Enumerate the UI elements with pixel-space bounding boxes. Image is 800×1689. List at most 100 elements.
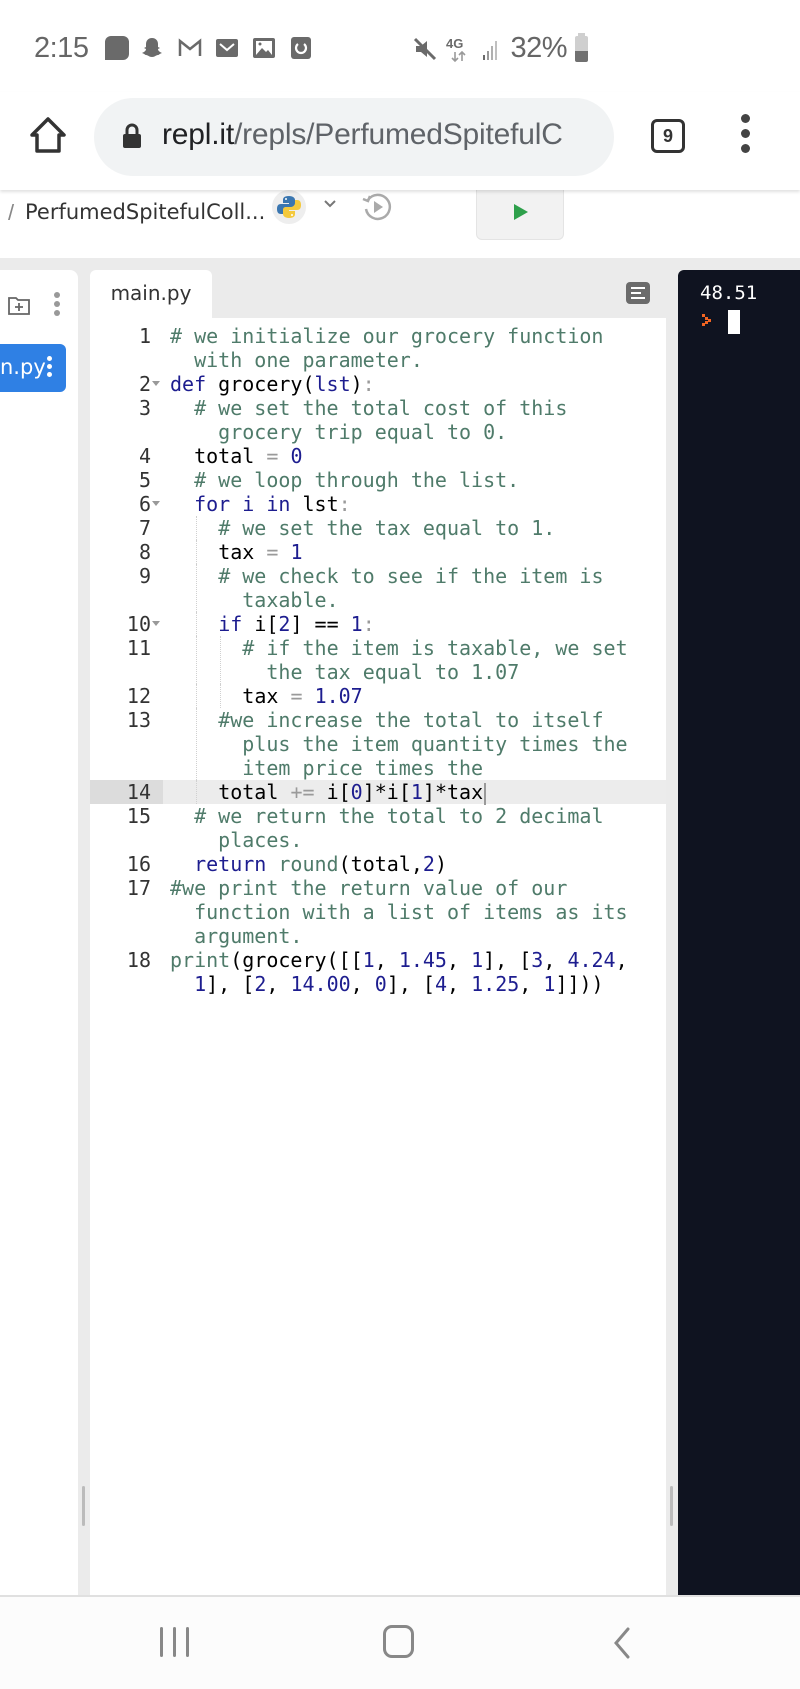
- code-token: grocery trip equal to 0.: [194, 420, 508, 444]
- code-token: i[: [242, 612, 279, 636]
- code-line[interactable]: 17 #we print the return value of our func…: [90, 876, 666, 948]
- code-line[interactable]: 12 tax = 1.07: [90, 684, 666, 708]
- line-number: 1: [138, 324, 151, 348]
- code-token: (grocery([[: [230, 948, 363, 972]
- home-button[interactable]: [383, 1625, 414, 1658]
- line-number: 17: [126, 876, 151, 900]
- language-button[interactable]: [272, 190, 306, 224]
- code-text: # we check to see if the item is: [218, 564, 603, 588]
- url-path: /repls/PerfumedSpitefulC: [233, 118, 563, 151]
- new-folder-icon[interactable]: [8, 295, 30, 315]
- message-icon: [105, 36, 129, 60]
- code-text: the tax equal to 1.07: [242, 660, 519, 684]
- repl-name[interactable]: PerfumedSpitefulColl...: [25, 200, 265, 224]
- code-token: 1.25: [471, 972, 520, 996]
- code-line[interactable]: 9 # we check to see if the item is taxabl…: [90, 564, 666, 612]
- lock-icon: [123, 123, 141, 148]
- code-line[interactable]: 15 # we return the total to 2 decimal pla…: [90, 804, 666, 852]
- line-number: 13: [126, 708, 151, 732]
- code-token: tax: [218, 540, 267, 564]
- code-text: if i[2] == 1:: [218, 612, 375, 636]
- code-token: :: [362, 612, 375, 636]
- fold-toggle-icon[interactable]: [152, 621, 160, 626]
- code-token: 1: [362, 948, 375, 972]
- tab-switcher-button[interactable]: 9: [651, 119, 685, 153]
- fold-toggle-icon[interactable]: [152, 381, 160, 386]
- dot: [740, 144, 750, 153]
- home-icon[interactable]: [27, 114, 69, 156]
- file-panel-menu-button[interactable]: [53, 292, 61, 320]
- url-text[interactable]: repl.it/repls/PerfumedSpitefulC: [162, 118, 563, 152]
- code-token: 4.24: [567, 948, 616, 972]
- android-nav-bar: [0, 1595, 800, 1689]
- code-token: 2: [254, 972, 267, 996]
- 4g-lte-icon: 4G: [446, 36, 467, 62]
- line-number: 7: [138, 516, 151, 540]
- code-token: 1: [290, 540, 303, 564]
- code-line[interactable]: 10 if i[2] == 1:: [90, 612, 666, 636]
- code-line[interactable]: 14 total += i[0]*i[1]*tax: [90, 780, 666, 805]
- code-token: #we increase the total to itself: [218, 708, 604, 732]
- recents-button[interactable]: [160, 1627, 190, 1657]
- code-token: 1: [471, 948, 484, 972]
- code-text: print(grocery([[1, 1.45, 1], [3, 4.24,: [170, 948, 628, 972]
- code-token: taxable.: [218, 588, 339, 612]
- run-button[interactable]: [476, 186, 564, 240]
- code-line[interactable]: 2 def grocery(lst):: [90, 372, 666, 396]
- code-line[interactable]: 4 total = 0: [90, 444, 666, 468]
- code-text: # if the item is taxable, we set: [242, 636, 627, 660]
- code-token: 1: [350, 612, 363, 636]
- code-token: def: [170, 372, 207, 396]
- code-token: 0: [350, 780, 363, 804]
- code-text: #we print the return value of our: [170, 876, 567, 900]
- code-token: grocery(: [206, 372, 315, 396]
- svg-text:4G: 4G: [446, 36, 463, 51]
- code-line[interactable]: 18 print(grocery([[1, 1.45, 1], [3, 4.24,…: [90, 948, 666, 996]
- file-item-main-py[interactable]: n.py: [0, 344, 66, 392]
- code-text: total = 0: [194, 444, 302, 468]
- code-text: taxable.: [218, 588, 338, 612]
- indent-guide: [196, 684, 198, 708]
- code-line[interactable]: 1 # we initialize our grocery function wi…: [90, 324, 666, 372]
- history-icon[interactable]: [360, 190, 394, 224]
- code-token: # we check to see if the item is: [218, 564, 604, 588]
- back-button[interactable]: [612, 1627, 632, 1659]
- app-icon: [291, 37, 311, 59]
- code-line[interactable]: 3 # we set the total cost of this grocery…: [90, 396, 666, 444]
- format-button[interactable]: [626, 282, 650, 304]
- battery-icon: [575, 32, 588, 62]
- file-item-menu-button[interactable]: [46, 356, 52, 382]
- chevron-down-icon[interactable]: [323, 197, 337, 211]
- code-line[interactable]: 6 for i in lst:: [90, 492, 666, 516]
- indent-guide: [196, 708, 198, 780]
- browser-menu-button[interactable]: [735, 114, 755, 158]
- code-text: # we return the total to 2 decimal: [194, 804, 603, 828]
- tab-main-py[interactable]: main.py: [90, 270, 212, 318]
- code-line[interactable]: 11 # if the item is taxable, we set the t…: [90, 636, 666, 684]
- code-token: 14.00: [290, 972, 351, 996]
- code-token: # we loop through the list.: [194, 468, 520, 492]
- text-cursor: [484, 782, 487, 805]
- indent-guide: [196, 564, 198, 612]
- code-line[interactable]: 16 return round(total,2): [90, 852, 666, 876]
- code-token: ], [: [206, 972, 255, 996]
- code-line[interactable]: 8 tax = 1: [90, 540, 666, 564]
- code-token: return: [194, 852, 267, 876]
- right-resize-handle[interactable]: [670, 1486, 673, 1526]
- console[interactable]: 48.51: [678, 270, 800, 1595]
- left-resize-handle[interactable]: [82, 1486, 85, 1526]
- fold-toggle-icon[interactable]: [152, 501, 160, 506]
- code-token: ]*i[: [362, 780, 411, 804]
- code-token: :: [338, 492, 351, 516]
- line-number: 15: [126, 804, 151, 828]
- code-token: ,: [447, 972, 472, 996]
- code-token: tax: [242, 684, 291, 708]
- code-token: the tax equal to 1.07: [242, 660, 520, 684]
- code-line[interactable]: 7 # we set the tax equal to 1.: [90, 516, 666, 540]
- code-line[interactable]: 13 #we increase the total to itself plus …: [90, 708, 666, 780]
- code-line[interactable]: 5 # we loop through the list.: [90, 468, 666, 492]
- code-editor[interactable]: 1 # we initialize our grocery function wi…: [90, 318, 666, 1595]
- address-bar[interactable]: repl.it/repls/PerfumedSpitefulC: [94, 98, 614, 176]
